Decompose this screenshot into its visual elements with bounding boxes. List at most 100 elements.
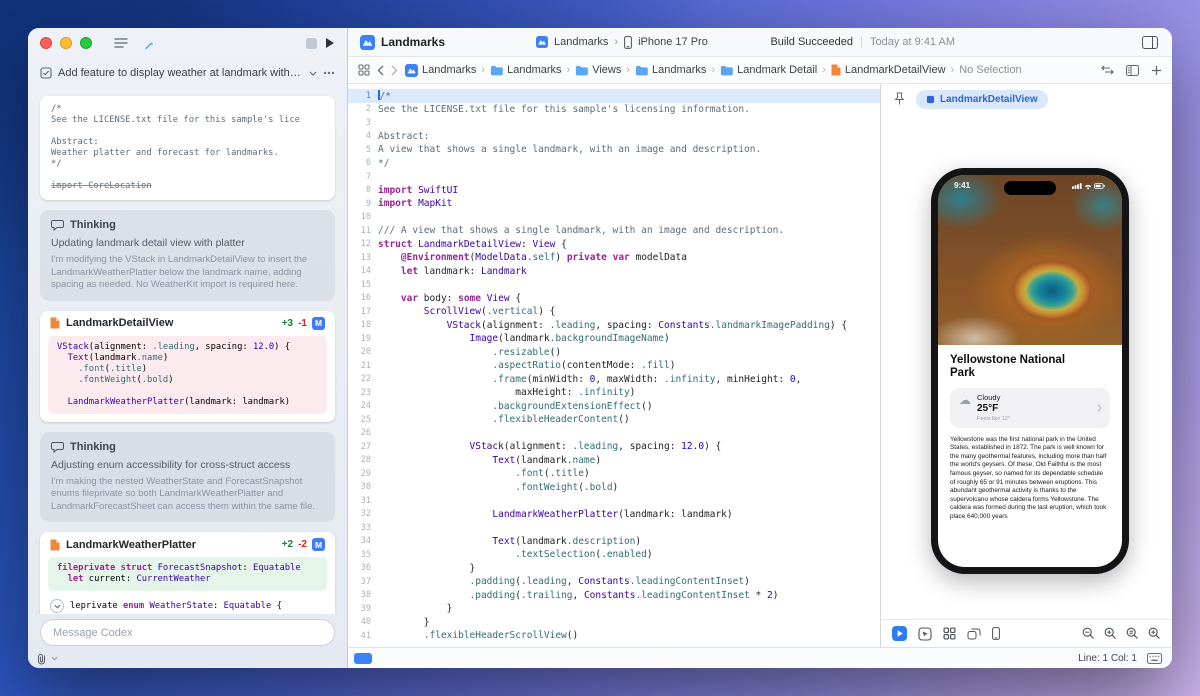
line-number[interactable]: 19: [348, 334, 378, 344]
code-line[interactable]: 40 }: [348, 616, 880, 630]
forward-chevron-icon[interactable]: [391, 65, 398, 76]
line-number[interactable]: 17: [348, 307, 378, 317]
file-change-card[interactable]: LandmarkDetailView +3 -1 M VStack(alignm…: [40, 310, 335, 422]
line-number[interactable]: 39: [348, 604, 378, 614]
code-line[interactable]: 41 .flexibleHeaderScrollView(): [348, 629, 880, 643]
breadcrumb-item[interactable]: LandmarkDetailView: [831, 64, 946, 76]
code-line[interactable]: 30 .fontWeight(.bold): [348, 481, 880, 495]
line-number[interactable]: 33: [348, 523, 378, 533]
new-conversation-icon[interactable]: [136, 36, 153, 51]
line-number[interactable]: 30: [348, 482, 378, 492]
line-number[interactable]: 28: [348, 455, 378, 465]
chevron-down-icon[interactable]: [309, 71, 317, 76]
code-line[interactable]: 26: [348, 427, 880, 441]
code-line[interactable]: 37 .padding(.leading, Constants.leadingC…: [348, 575, 880, 589]
code-line[interactable]: 29 .font(.title): [348, 467, 880, 481]
preview-target-pill[interactable]: LandmarkDetailView: [916, 89, 1048, 109]
minimize-button[interactable]: [60, 37, 72, 49]
code-line[interactable]: 32 LandmarkWeatherPlatter(landmark: land…: [348, 508, 880, 522]
code-line[interactable]: 25 .flexibleHeaderContent(): [348, 413, 880, 427]
code-line[interactable]: 23 maxHeight: .infinity): [348, 386, 880, 400]
file-change-card[interactable]: LandmarkWeatherPlatter +2 -2 M filepriva…: [40, 532, 335, 614]
breadcrumb-item[interactable]: Landmark Detail: [720, 64, 817, 76]
collapse-chevron-icon[interactable]: [50, 599, 64, 614]
line-number[interactable]: 6: [348, 158, 378, 168]
editor-options-icon[interactable]: [1126, 64, 1139, 76]
line-number[interactable]: 35: [348, 550, 378, 560]
code-line[interactable]: 16 var body: some View {: [348, 292, 880, 306]
zoom-button[interactable]: [80, 37, 92, 49]
line-number[interactable]: 27: [348, 442, 378, 452]
code-line[interactable]: 18 VStack(alignment: .leading, spacing: …: [348, 319, 880, 333]
code-line[interactable]: 4 Abstract:: [348, 130, 880, 144]
code-line[interactable]: 8 import SwiftUI: [348, 184, 880, 198]
swap-arrows-icon[interactable]: [1101, 65, 1114, 75]
code-line[interactable]: 28 Text(landmark.name): [348, 454, 880, 468]
zoom-fit-icon[interactable]: [1126, 627, 1139, 640]
add-editor-icon[interactable]: [1151, 65, 1162, 76]
line-number[interactable]: 31: [348, 496, 378, 506]
line-number[interactable]: 15: [348, 280, 378, 290]
code-line[interactable]: 15: [348, 278, 880, 292]
code-line[interactable]: 27 VStack(alignment: .leading, spacing: …: [348, 440, 880, 454]
code-line[interactable]: 7: [348, 170, 880, 184]
code-line[interactable]: 13 @Environment(ModelData.self) private …: [348, 251, 880, 265]
line-number[interactable]: 10: [348, 212, 378, 222]
code-line[interactable]: 21 .aspectRatio(contentMode: .fill): [348, 359, 880, 373]
close-button[interactable]: [40, 37, 52, 49]
line-number[interactable]: 37: [348, 577, 378, 587]
code-line[interactable]: 9 import MapKit: [348, 197, 880, 211]
live-preview-button[interactable]: [892, 626, 907, 641]
line-number[interactable]: 25: [348, 415, 378, 425]
code-line[interactable]: 38 .padding(.trailing, Constants.leading…: [348, 589, 880, 603]
attach-chevron-icon[interactable]: [51, 656, 58, 661]
line-number[interactable]: 26: [348, 428, 378, 438]
inspector-toggle-icon[interactable]: [1142, 35, 1158, 49]
line-number[interactable]: 1: [348, 91, 378, 101]
line-number[interactable]: 8: [348, 185, 378, 195]
thinking-block[interactable]: Thinking Updating landmark detail view w…: [40, 210, 335, 301]
line-number[interactable]: 40: [348, 617, 378, 627]
run-button[interactable]: [325, 37, 335, 49]
code-line[interactable]: 20 .resizable(): [348, 346, 880, 360]
code-line[interactable]: 14 let landmark: Landmark: [348, 265, 880, 279]
code-line[interactable]: 17 ScrollView(.vertical) {: [348, 305, 880, 319]
conversation-scroll[interactable]: /* See the LICENSE.txt file for this samp…: [28, 88, 347, 614]
message-input[interactable]: [40, 619, 335, 646]
device-settings-button[interactable]: [992, 627, 1000, 640]
code-line[interactable]: 5A view that shows a single landmark, wi…: [348, 143, 880, 157]
code-line[interactable]: 34 Text(landmark.description): [348, 535, 880, 549]
code-line[interactable]: 33: [348, 521, 880, 535]
related-items-grid-icon[interactable]: [358, 64, 370, 76]
line-number[interactable]: 20: [348, 347, 378, 357]
code-line[interactable]: 31: [348, 494, 880, 508]
line-number[interactable]: 21: [348, 361, 378, 371]
code-line[interactable]: 12 struct LandmarkDetailView: View {: [348, 238, 880, 252]
code-line[interactable]: 39 }: [348, 602, 880, 616]
line-number[interactable]: 2: [348, 104, 378, 114]
activity-view[interactable]: Build Succeeded Today at 9:41 AM: [770, 36, 955, 48]
code-line[interactable]: 19 Image(landmark.backgroundImageName): [348, 332, 880, 346]
history-list-icon[interactable]: [114, 37, 128, 49]
line-number[interactable]: 23: [348, 388, 378, 398]
zoom-actual-size-icon[interactable]: [1148, 627, 1161, 640]
code-line[interactable]: 3: [348, 116, 880, 130]
line-number[interactable]: 24: [348, 401, 378, 411]
line-number[interactable]: 4: [348, 131, 378, 141]
color-scheme-button[interactable]: [967, 628, 981, 640]
breadcrumb-item[interactable]: Landmarks: [405, 63, 476, 77]
keyboard-icon[interactable]: [1147, 652, 1162, 664]
line-number[interactable]: 13: [348, 253, 378, 263]
code-line[interactable]: 24 .backgroundExtensionEffect(): [348, 400, 880, 414]
line-number[interactable]: 9: [348, 199, 378, 209]
line-number[interactable]: 16: [348, 293, 378, 303]
code-line[interactable]: 2 See the LICENSE.txt file for this sampl…: [348, 103, 880, 117]
conversation-header[interactable]: Add feature to display weather at landma…: [28, 58, 347, 88]
iphone-preview[interactable]: 9:41 Yellowstone National Park ☁ Cloudy …: [931, 168, 1129, 574]
scheme-selector[interactable]: Landmarks › iPhone 17 Pro: [536, 35, 708, 49]
code-line[interactable]: 10: [348, 211, 880, 225]
paperclip-icon[interactable]: [36, 653, 47, 665]
source-editor[interactable]: 1/* 2 See the LICENSE.txt file for this sa…: [348, 84, 880, 647]
line-number[interactable]: 7: [348, 172, 378, 182]
breadcrumb-item[interactable]: Landmarks: [490, 64, 562, 76]
